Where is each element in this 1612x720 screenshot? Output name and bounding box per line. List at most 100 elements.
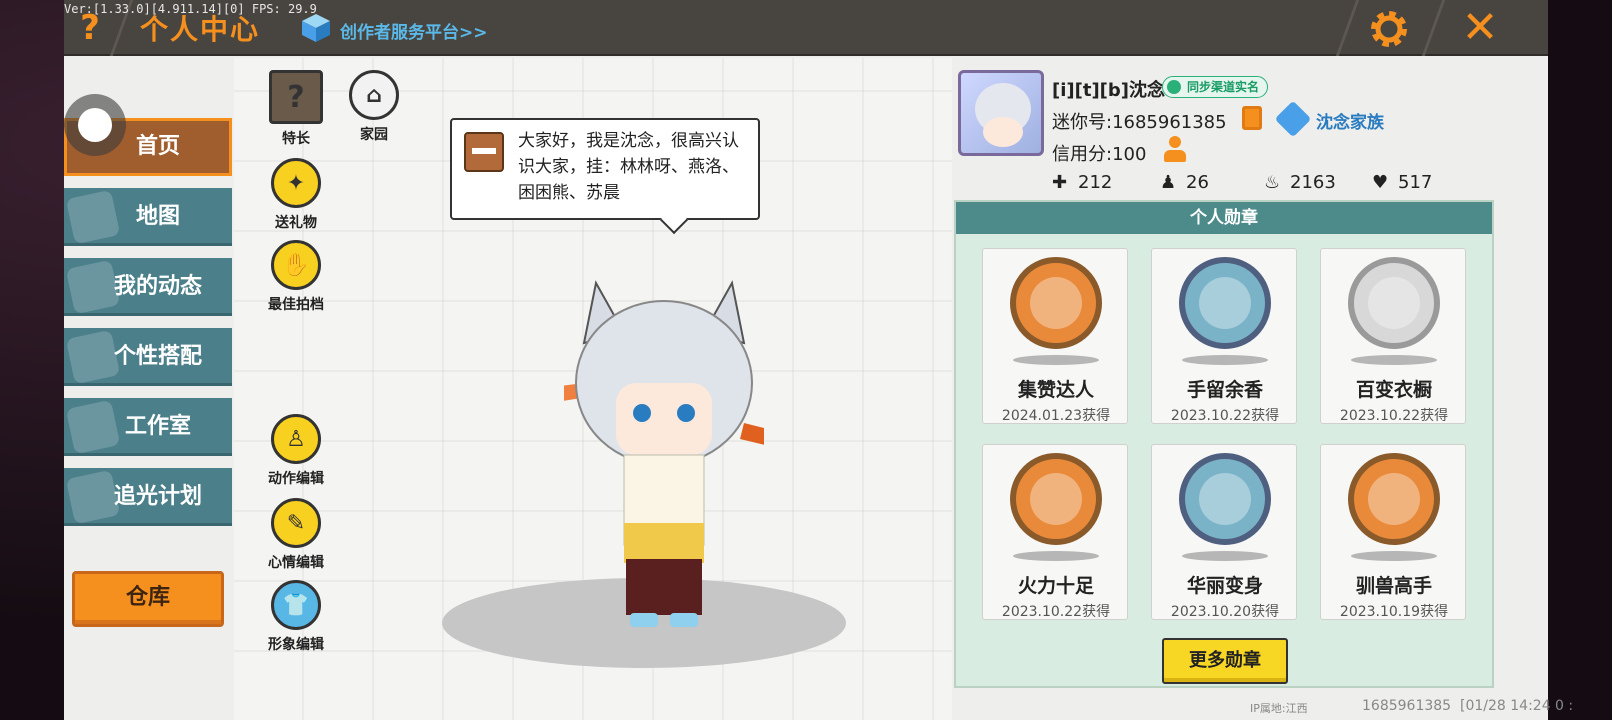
sidebar-item-label: 个性搭配 bbox=[113, 344, 202, 369]
footer-uid: 1685961385 bbox=[1362, 698, 1452, 714]
family-icon bbox=[1274, 100, 1312, 138]
realname-badge[interactable]: 同步渠道实名 bbox=[1162, 76, 1269, 98]
close-icon[interactable]: ✕ bbox=[1456, 4, 1504, 52]
warehouse-button[interactable]: 仓库 bbox=[72, 571, 224, 627]
medal-card[interactable]: 华丽变身 2023.10.20获得 bbox=[1151, 444, 1297, 620]
cube-icon bbox=[302, 14, 330, 42]
stat-hearts: ♥ 517 bbox=[1372, 172, 1432, 193]
frog-medal-icon bbox=[1179, 257, 1271, 349]
house-icon: ⌂ bbox=[349, 70, 399, 120]
copy-icon[interactable] bbox=[1242, 106, 1262, 130]
character-face-icon bbox=[464, 132, 504, 172]
gift-icon: ✦ bbox=[271, 158, 321, 208]
medals-title: 个人勋章 bbox=[956, 202, 1492, 234]
medal-name: 驯兽高手 bbox=[1355, 575, 1432, 597]
medal-date: 2024.01.23获得 bbox=[1001, 408, 1111, 424]
nickname: [i][t][b]沈念 bbox=[1052, 80, 1166, 101]
thumbs-up-medal-icon bbox=[1010, 257, 1102, 349]
creator-platform-link[interactable]: 创作者服务平台>> bbox=[340, 18, 488, 43]
trophy-person-icon: ♟ bbox=[1160, 172, 1177, 193]
medal-plinth bbox=[1351, 551, 1437, 561]
profile-info: [i][t][b]沈念 同步渠道实名 迷你号:1685961385 沈念家族 信… bbox=[952, 58, 1512, 720]
sidebar-item-my-feed[interactable]: 我的动态 bbox=[64, 258, 232, 316]
stat-hearts-value: 517 bbox=[1398, 172, 1433, 193]
stat-fans-value: 26 bbox=[1186, 172, 1209, 193]
outfit-icon bbox=[65, 329, 121, 383]
action-edit-button[interactable]: ♙ 动作编辑 bbox=[256, 414, 336, 488]
best-partner-button[interactable]: ✋ 最佳拍档 bbox=[256, 240, 336, 314]
specialty-button[interactable]: ? 特长 bbox=[256, 70, 336, 148]
stat-fans: ♟ 26 bbox=[1160, 172, 1209, 193]
mood-edit-button[interactable]: ✎ 心情编辑 bbox=[256, 498, 336, 572]
treasure-chest-medal-icon bbox=[1010, 453, 1102, 545]
player-avatar[interactable] bbox=[564, 273, 764, 643]
look-edit-button[interactable]: 👕 形象编辑 bbox=[256, 580, 336, 654]
home-button[interactable]: ⌂ 家园 bbox=[334, 70, 414, 144]
sidebar-item-chase-light[interactable]: 追光计划 bbox=[64, 468, 232, 526]
stat-heat: ♨ 2163 bbox=[1264, 172, 1336, 193]
chase-light-icon bbox=[65, 469, 121, 523]
profile-panel: ? 个人中心 创作者服务平台>> ✕ 首页 地图 我的动态 个性搭配 工作室 追… bbox=[64, 0, 1548, 720]
medal-date: 2023.10.19获得 bbox=[1339, 604, 1449, 620]
handshake-icon: ✋ bbox=[271, 240, 321, 290]
mood-edit-label: 心情编辑 bbox=[268, 555, 324, 571]
gear-icon[interactable] bbox=[1368, 8, 1410, 50]
debug-version: Ver:[1.33.0][4.911.14][0] FPS: 29.9 bbox=[64, 2, 317, 16]
family-link[interactable]: 沈念家族 bbox=[1316, 108, 1384, 133]
greeting-text: 大家好，我是沈念，很高兴认识大家，挂：林林呀、燕洛、困困熊、苏晨 bbox=[518, 131, 739, 203]
medal-name: 集赞达人 bbox=[1017, 379, 1094, 401]
medal-card[interactable]: 火力十足 2023.10.22获得 bbox=[982, 444, 1128, 620]
header-divider bbox=[1335, 0, 1360, 56]
specialty-label: 特长 bbox=[282, 131, 310, 147]
shirt-icon: 👕 bbox=[271, 580, 321, 630]
horse-medal-icon bbox=[1348, 453, 1440, 545]
medal-name: 手留余香 bbox=[1186, 379, 1263, 401]
mystery-box-icon: ? bbox=[269, 70, 323, 124]
flame-icon: ♨ bbox=[1264, 172, 1281, 193]
sidebar-item-outfit[interactable]: 个性搭配 bbox=[64, 328, 232, 386]
studio-icon bbox=[65, 399, 121, 453]
medal-date: 2023.10.22获得 bbox=[1339, 408, 1449, 424]
sidebar-item-label: 追光计划 bbox=[113, 484, 202, 509]
home-label: 家园 bbox=[360, 127, 388, 143]
greeting-speech-bubble: 大家好，我是沈念，很高兴认识大家，挂：林林呀、燕洛、困困熊、苏晨 bbox=[450, 118, 760, 220]
medal-name: 火力十足 bbox=[1017, 575, 1094, 597]
send-gift-button[interactable]: ✦ 送礼物 bbox=[256, 158, 336, 232]
credit-score: 信用分:100 bbox=[1052, 144, 1147, 165]
sidebar-item-label: 地图 bbox=[135, 204, 180, 229]
medal-plinth bbox=[1013, 551, 1099, 561]
header-divider bbox=[1421, 0, 1446, 56]
medal-date: 2023.10.20获得 bbox=[1170, 604, 1280, 620]
floating-assist-button[interactable] bbox=[64, 94, 126, 156]
mini-id: 迷你号:1685961385 bbox=[1052, 112, 1227, 133]
dinosaur-medal-icon bbox=[1179, 453, 1271, 545]
character-stage: ? 特长 ⌂ 家园 ✦ 送礼物 ✋ 最佳拍档 ♙ 动作编辑 ✎ 心情编辑 👕 形… bbox=[234, 58, 952, 720]
more-medals-button[interactable]: 更多勋章 bbox=[1162, 638, 1288, 684]
pencil-icon: ✎ bbox=[271, 498, 321, 548]
stat-likes: ✚ 212 bbox=[1052, 172, 1112, 193]
sidebar: 首页 地图 我的动态 个性搭配 工作室 追光计划 仓库 bbox=[64, 58, 232, 720]
medal-card[interactable]: 百变衣橱 2023.10.22获得 bbox=[1320, 248, 1466, 424]
medal-plinth bbox=[1351, 355, 1437, 365]
person-icon[interactable] bbox=[1162, 136, 1188, 164]
action-edit-label: 动作编辑 bbox=[268, 471, 324, 487]
medal-plinth bbox=[1182, 355, 1268, 365]
avatar[interactable] bbox=[958, 70, 1044, 156]
medal-name: 百变衣橱 bbox=[1355, 379, 1432, 401]
medal-date: 2023.10.22获得 bbox=[1170, 408, 1280, 424]
medal-card[interactable]: 驯兽高手 2023.10.19获得 bbox=[1320, 444, 1466, 620]
heart-icon: ♥ bbox=[1372, 172, 1389, 193]
plus-square-icon: ✚ bbox=[1052, 172, 1068, 193]
footer-timestamp: [01/28 14:24 0 : bbox=[1460, 698, 1574, 714]
medal-card[interactable]: 手留余香 2023.10.22获得 bbox=[1151, 248, 1297, 424]
stat-heat-value: 2163 bbox=[1290, 172, 1336, 193]
medal-card[interactable]: 集赞达人 2024.01.23获得 bbox=[982, 248, 1128, 424]
send-gift-label: 送礼物 bbox=[275, 215, 317, 231]
medal-plinth bbox=[1013, 355, 1099, 365]
sidebar-item-studio[interactable]: 工作室 bbox=[64, 398, 232, 456]
medal-date: 2023.10.22获得 bbox=[1001, 604, 1111, 620]
figure-icon: ♙ bbox=[271, 414, 321, 464]
map-icon bbox=[65, 189, 121, 243]
sidebar-item-label: 我的动态 bbox=[113, 274, 202, 299]
sidebar-item-map[interactable]: 地图 bbox=[64, 188, 232, 246]
